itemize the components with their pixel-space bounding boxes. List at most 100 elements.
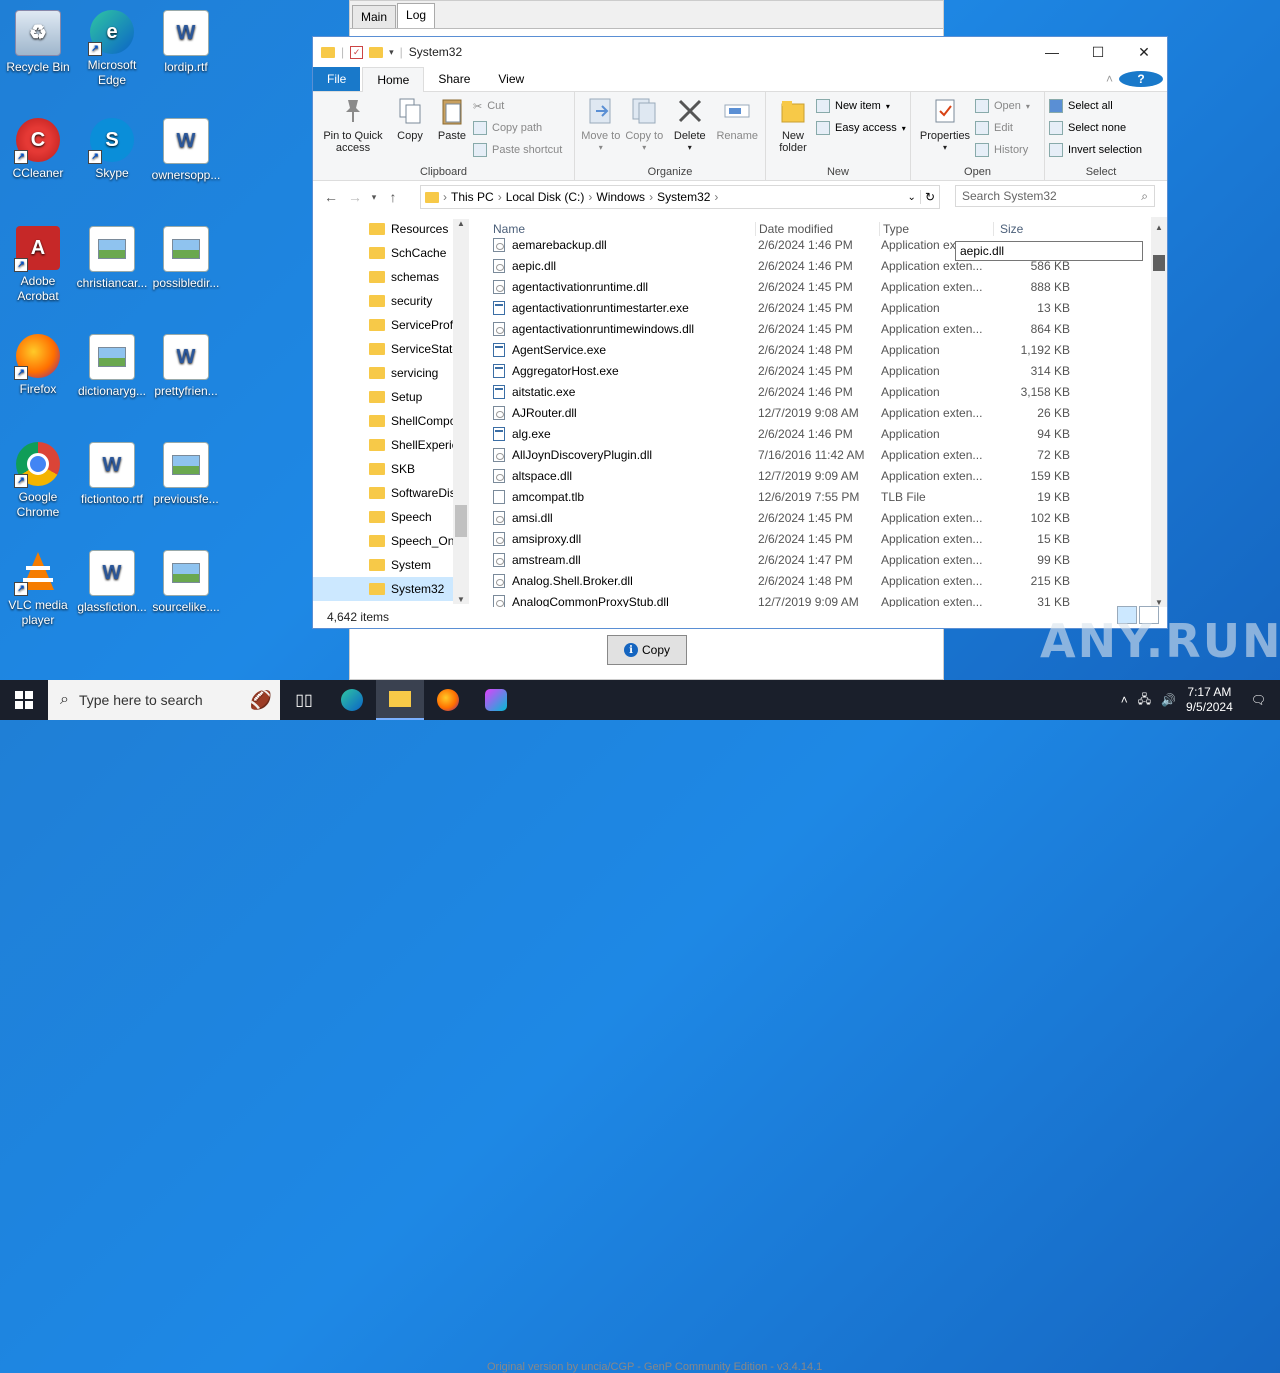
- file-row[interactable]: AnalogCommonProxyStub.dll 12/7/2019 9:09 …: [487, 591, 1151, 607]
- desktop-icon-acrobat[interactable]: A ↗ Adobe Acrobat: [0, 226, 76, 304]
- nav-item[interactable]: System: [313, 553, 469, 577]
- desktop-icon-firefox[interactable]: ↗ Firefox: [0, 334, 76, 397]
- file-scroll-thumb[interactable]: [1153, 255, 1165, 271]
- taskbar-edge-icon[interactable]: [328, 680, 376, 720]
- close-button[interactable]: ✕: [1121, 37, 1167, 67]
- file-row[interactable]: agentactivationruntimestarter.exe 2/6/202…: [487, 297, 1151, 318]
- customize-dropdown-icon[interactable]: ▾: [389, 47, 394, 58]
- desktop-icon-ccleaner[interactable]: C ↗ CCleaner: [0, 118, 76, 181]
- taskbar-search[interactable]: ⌕ Type here to search 🏈: [48, 680, 280, 720]
- address-dropdown-icon[interactable]: ⌄: [908, 192, 916, 203]
- open-button[interactable]: Open ▾: [975, 97, 1030, 115]
- collapse-ribbon-icon[interactable]: ˄: [1100, 67, 1119, 91]
- desktop-icon-prettyfrien[interactable]: W prettyfrien...: [148, 334, 224, 399]
- network-icon[interactable]: 🖧: [1138, 690, 1151, 711]
- desktop-icon-chrome[interactable]: ↗ Google Chrome: [0, 442, 76, 520]
- file-row[interactable]: AggregatorHost.exe 2/6/2024 1:45 PM Applic…: [487, 360, 1151, 381]
- tab-view[interactable]: View: [484, 67, 538, 91]
- file-row[interactable]: amstream.dll 2/6/2024 1:47 PM Application …: [487, 549, 1151, 570]
- column-size[interactable]: Size: [994, 222, 1023, 236]
- desktop-icon-christiancar[interactable]: christiancar...: [74, 226, 150, 291]
- help-icon[interactable]: ?: [1119, 67, 1167, 91]
- copy-path-button[interactable]: Copy path: [473, 119, 562, 137]
- search-box[interactable]: Search System32 ⌕: [955, 185, 1155, 207]
- nav-item[interactable]: ServiceProfi: [313, 313, 469, 337]
- tab-log[interactable]: Log: [397, 3, 436, 28]
- tab-file[interactable]: File: [313, 67, 361, 91]
- desktop-icon-lordip[interactable]: W lordip.rtf: [148, 10, 224, 75]
- nav-item[interactable]: ShellCompo: [313, 409, 469, 433]
- scroll-down-icon[interactable]: ▼: [453, 595, 469, 604]
- properties-check-icon[interactable]: ✓: [350, 45, 364, 59]
- notifications-icon[interactable]: 🗨: [1251, 693, 1266, 707]
- cut-button[interactable]: ✂ Cut: [473, 97, 562, 115]
- file-row[interactable]: altspace.dll 12/7/2019 9:09 AM Application…: [487, 465, 1151, 486]
- task-view-icon[interactable]: ▯▯: [280, 680, 328, 720]
- nav-item[interactable]: Speech_One: [313, 529, 469, 553]
- desktop-icon-ownersopp[interactable]: W ownersopp...: [148, 118, 224, 183]
- file-row[interactable]: Analog.Shell.Broker.dll 2/6/2024 1:48 PM A…: [487, 570, 1151, 591]
- nav-item[interactable]: Resources: [313, 217, 469, 241]
- nav-item-selected[interactable]: System32: [313, 577, 469, 601]
- refresh-icon[interactable]: ↻: [919, 190, 939, 204]
- back-arrow-icon[interactable]: ←: [319, 189, 343, 205]
- file-row[interactable]: agentactivationruntimewindows.dll 2/6/202…: [487, 318, 1151, 339]
- edit-button[interactable]: Edit: [975, 119, 1030, 137]
- history-button[interactable]: History: [975, 141, 1030, 159]
- desktop-icon-edge[interactable]: e ↗ Microsoft Edge: [74, 10, 150, 88]
- desktop-icon-fictiontoo[interactable]: W fictiontoo.rtf: [74, 442, 150, 507]
- nav-item[interactable]: SoftwareDis: [313, 481, 469, 505]
- file-row[interactable]: alg.exe 2/6/2024 1:46 PM Application 94 KB: [487, 423, 1151, 444]
- minimize-button[interactable]: —: [1029, 37, 1075, 67]
- address-bar[interactable]: › This PC › Local Disk (C:) › Windows › …: [420, 185, 940, 209]
- file-list-scrollbar[interactable]: ▲ ▼: [1151, 217, 1167, 607]
- invert-selection-button[interactable]: Invert selection: [1049, 141, 1142, 159]
- desktop-icon-possibledir[interactable]: possibledir...: [148, 226, 224, 291]
- column-date[interactable]: Date modified: [756, 222, 880, 236]
- file-row[interactable]: agentactivationruntime.dll 2/6/2024 1:45 …: [487, 276, 1151, 297]
- select-all-button[interactable]: Select all: [1049, 97, 1142, 115]
- volume-icon[interactable]: 🔊: [1161, 693, 1176, 707]
- desktop-icon-glassfiction[interactable]: W glassfiction...: [74, 550, 150, 615]
- new-folder-icon[interactable]: [369, 46, 384, 58]
- desktop-icon-vlc[interactable]: ↗ VLC media player: [0, 550, 76, 628]
- file-row[interactable]: amsiproxy.dll 2/6/2024 1:45 PM Application…: [487, 528, 1151, 549]
- column-type[interactable]: Type: [880, 222, 994, 236]
- show-hidden-icons-icon[interactable]: ˄: [1121, 693, 1128, 707]
- desktop-icon-previousfe[interactable]: previousfe...: [148, 442, 224, 507]
- select-none-button[interactable]: Select none: [1049, 119, 1142, 137]
- desktop-icon-dictionaryg[interactable]: dictionaryg...: [74, 334, 150, 399]
- nav-scrollbar[interactable]: ▲ ▼: [453, 219, 469, 604]
- file-row[interactable]: amcompat.tlb 12/6/2019 7:55 PM TLB File 19 …: [487, 486, 1151, 507]
- easy-access-button[interactable]: Easy access ▾: [816, 119, 906, 137]
- nav-item[interactable]: SchCache: [313, 241, 469, 265]
- taskbar-firefox-icon[interactable]: [424, 680, 472, 720]
- desktop-icon-skype[interactable]: S ↗ Skype: [74, 118, 150, 181]
- tab-home[interactable]: Home: [362, 66, 425, 92]
- breadcrumb-windows[interactable]: Windows: [596, 190, 645, 204]
- nav-item[interactable]: security: [313, 289, 469, 313]
- tab-main[interactable]: Main: [352, 5, 397, 28]
- column-name[interactable]: Name: [487, 222, 756, 236]
- breadcrumb-local-disk[interactable]: Local Disk (C:): [506, 190, 585, 204]
- forward-arrow-icon[interactable]: →: [343, 189, 367, 205]
- up-arrow-icon[interactable]: ↑: [381, 189, 405, 205]
- file-row[interactable]: AJRouter.dll 12/7/2019 9:08 AM Application…: [487, 402, 1151, 423]
- taskbar-file-explorer-icon[interactable]: [376, 680, 424, 720]
- taskbar-genp-icon[interactable]: [472, 680, 520, 720]
- nav-item[interactable]: SKB: [313, 457, 469, 481]
- file-row[interactable]: aitstatic.exe 2/6/2024 1:46 PM Application…: [487, 381, 1151, 402]
- new-item-button[interactable]: New item ▾: [816, 97, 906, 115]
- nav-item[interactable]: schemas: [313, 265, 469, 289]
- recent-dropdown-icon[interactable]: ▾: [367, 192, 381, 203]
- desktop-icon-sourcelike[interactable]: sourcelike....: [148, 550, 224, 615]
- breadcrumb-system32[interactable]: System32: [657, 190, 710, 204]
- tab-share[interactable]: Share: [424, 67, 484, 91]
- breadcrumb-this-pc[interactable]: This PC: [451, 190, 494, 204]
- maximize-button[interactable]: ☐: [1075, 37, 1121, 67]
- file-row[interactable]: AllJoynDiscoveryPlugin.dll 7/16/2016 11:4…: [487, 444, 1151, 465]
- nav-item[interactable]: Setup: [313, 385, 469, 409]
- copy-button[interactable]: i Copy: [607, 635, 687, 665]
- nav-item[interactable]: Speech: [313, 505, 469, 529]
- scroll-up-icon[interactable]: ▲: [1151, 223, 1167, 232]
